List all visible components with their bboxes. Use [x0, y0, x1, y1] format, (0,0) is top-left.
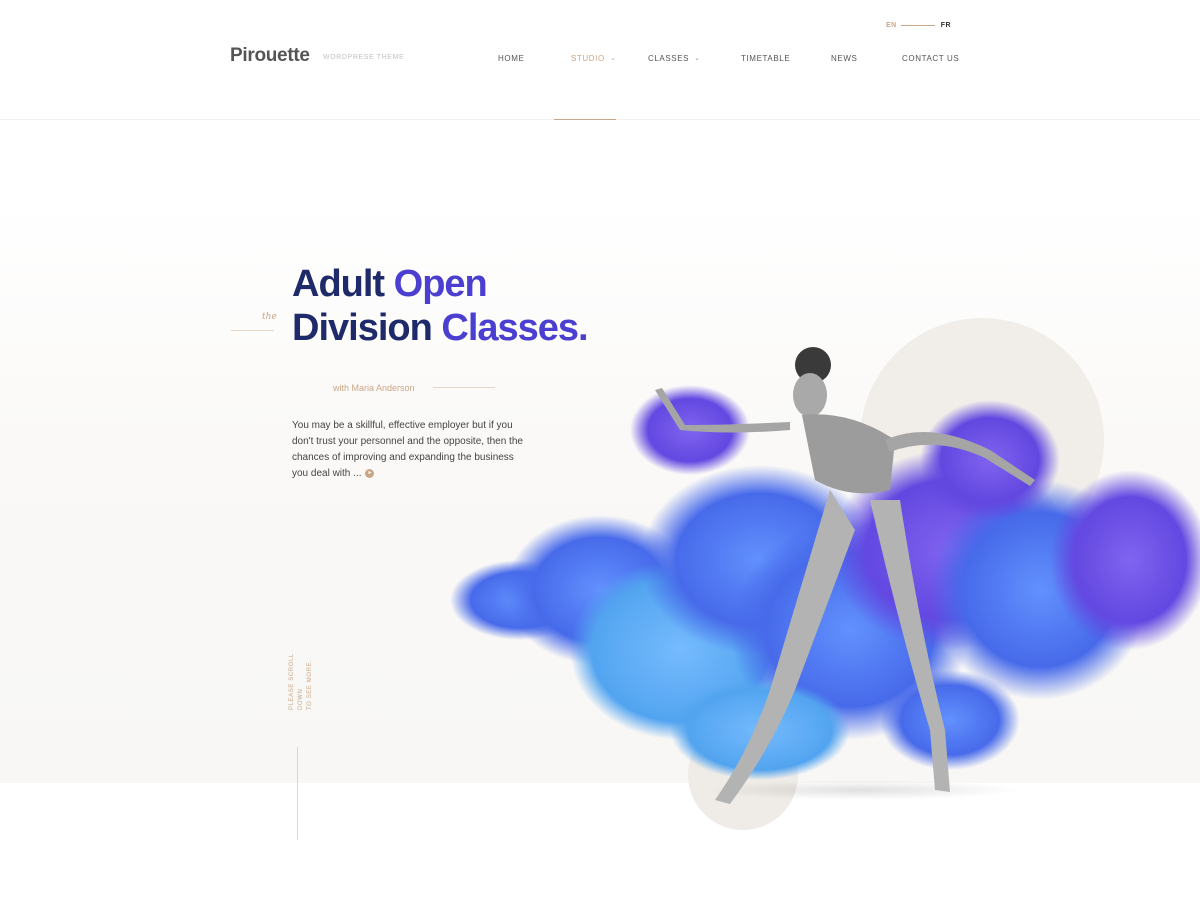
nav-timetable[interactable]: TIMETABLE [741, 54, 790, 63]
site-tagline: WORDPRESE THEME [323, 54, 405, 61]
dancer-smoke-illustration [450, 347, 1200, 804]
lang-fr[interactable]: FR [941, 22, 951, 29]
nav-studio[interactable]: STUDIO ⌄ [571, 54, 616, 63]
lang-en[interactable]: EN [886, 22, 897, 29]
hero-prefix-line [231, 330, 274, 331]
title-word: Open [393, 263, 488, 305]
hero-prefix: the [262, 312, 277, 322]
nav-studio-label: STUDIO [571, 54, 605, 63]
instructor-label: with Maria Anderson [333, 383, 415, 393]
active-nav-indicator [554, 119, 616, 120]
language-switch: EN FR [886, 22, 951, 29]
site-logo[interactable]: Pirouette [230, 45, 310, 67]
scroll-hint-line2: TO SEE MORE. [307, 659, 313, 710]
title-word: Division [292, 307, 433, 349]
nav-classes-label: CLASSES [648, 54, 690, 63]
arrow-right-icon[interactable]: ▸ [365, 468, 375, 478]
nav-news-label: NEWS [831, 54, 858, 63]
lang-divider [900, 25, 935, 26]
nav-classes[interactable]: CLASSES ⌄ [648, 54, 701, 63]
nav-contact[interactable]: CONTACT US [902, 54, 959, 63]
nav-timetable-label: TIMETABLE [741, 54, 791, 63]
nav-home[interactable]: HOME [498, 54, 524, 63]
chevron-down-icon: ⌄ [609, 55, 617, 62]
scroll-hint: PLEASE SCROLL DOWN TO SEE MORE. [288, 630, 315, 710]
nav-home-label: HOME [498, 54, 525, 63]
nav-contact-label: CONTACT US [902, 54, 960, 63]
title-word: Adult [292, 263, 385, 305]
chevron-down-icon: ⌄ [694, 55, 701, 62]
nav-news[interactable]: NEWS [831, 54, 857, 63]
scroll-line [297, 747, 298, 840]
scroll-hint-line1: PLEASE SCROLL DOWN [289, 653, 304, 710]
